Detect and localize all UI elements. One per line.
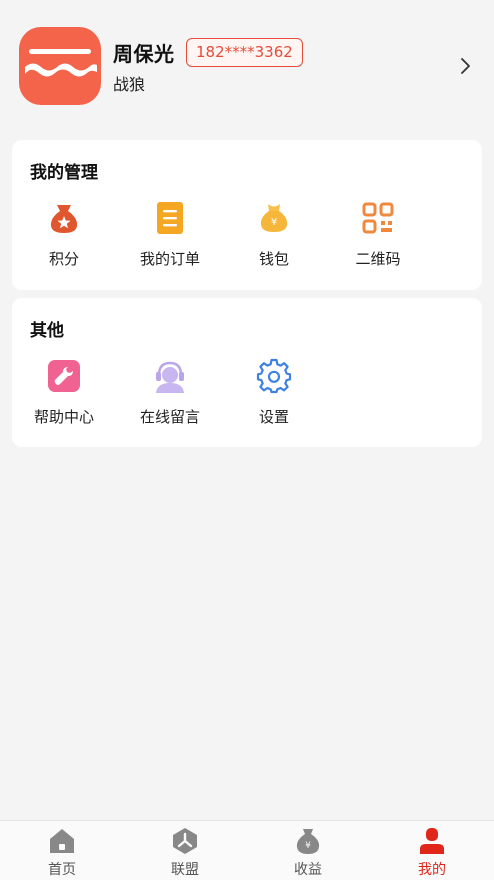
- menu-item-label: 二维码: [355, 250, 401, 268]
- menu-item-label: 设置: [258, 408, 289, 426]
- gear-icon: [256, 358, 292, 394]
- tab-label: 首页: [48, 862, 76, 878]
- menu-item-online-message[interactable]: 在线留言: [118, 358, 222, 427]
- bottom-tab-bar: 首页 联盟 ¥ 收益 我的: [0, 820, 494, 880]
- wallet-icon: ¥: [260, 204, 288, 232]
- menu-item-wallet[interactable]: ¥ 钱包: [222, 200, 326, 269]
- svg-text:¥: ¥: [305, 841, 311, 851]
- other-title: 其他: [30, 321, 64, 341]
- menu-item-qrcode[interactable]: 二维码: [326, 200, 430, 269]
- management-title: 我的管理: [30, 163, 98, 183]
- menu-item-label: 帮助中心: [33, 408, 94, 426]
- menu-item-help-center[interactable]: 帮助中心: [12, 358, 116, 427]
- avatar[interactable]: [19, 27, 101, 105]
- user-icon: [420, 828, 444, 854]
- menu-item-label: 钱包: [258, 250, 289, 268]
- chevron-right-icon[interactable]: [458, 55, 472, 77]
- menu-item-orders[interactable]: 我的订单: [118, 200, 222, 269]
- tab-home[interactable]: 首页: [17, 827, 107, 879]
- management-card: 我的管理 积分 我的订单 ¥ 钱包 二维码: [12, 140, 482, 290]
- qrcode-icon: [362, 202, 394, 234]
- tab-label: 收益: [294, 862, 322, 878]
- tab-label: 联盟: [171, 862, 199, 878]
- home-icon: [50, 829, 74, 853]
- tab-earnings[interactable]: ¥ 收益: [263, 827, 353, 879]
- user-name: 周保光: [113, 42, 175, 66]
- svg-text:¥: ¥: [271, 217, 277, 228]
- user-nickname: 战狼: [113, 75, 146, 94]
- menu-item-label: 积分: [48, 250, 79, 268]
- wrench-icon: [48, 360, 80, 392]
- tab-alliance[interactable]: 联盟: [140, 827, 230, 879]
- menu-item-label: 在线留言: [139, 408, 200, 426]
- menu-item-settings[interactable]: 设置: [222, 358, 326, 427]
- headset-icon: [156, 361, 184, 393]
- menu-item-points[interactable]: 积分: [12, 200, 116, 269]
- menu-item-label: 我的订单: [139, 250, 200, 268]
- order-list-icon: [157, 202, 183, 234]
- money-bag-icon: ¥: [296, 829, 320, 854]
- other-card: 其他 帮助中心 在线留言 设置: [12, 298, 482, 447]
- tab-label: 我的: [418, 862, 446, 878]
- alliance-icon: [173, 828, 197, 854]
- phone-badge: 182****3362: [186, 38, 303, 67]
- profile-header[interactable]: 周保光 182****3362 战狼: [0, 0, 494, 128]
- points-bag-icon: [50, 205, 78, 233]
- tab-mine[interactable]: 我的: [387, 827, 477, 879]
